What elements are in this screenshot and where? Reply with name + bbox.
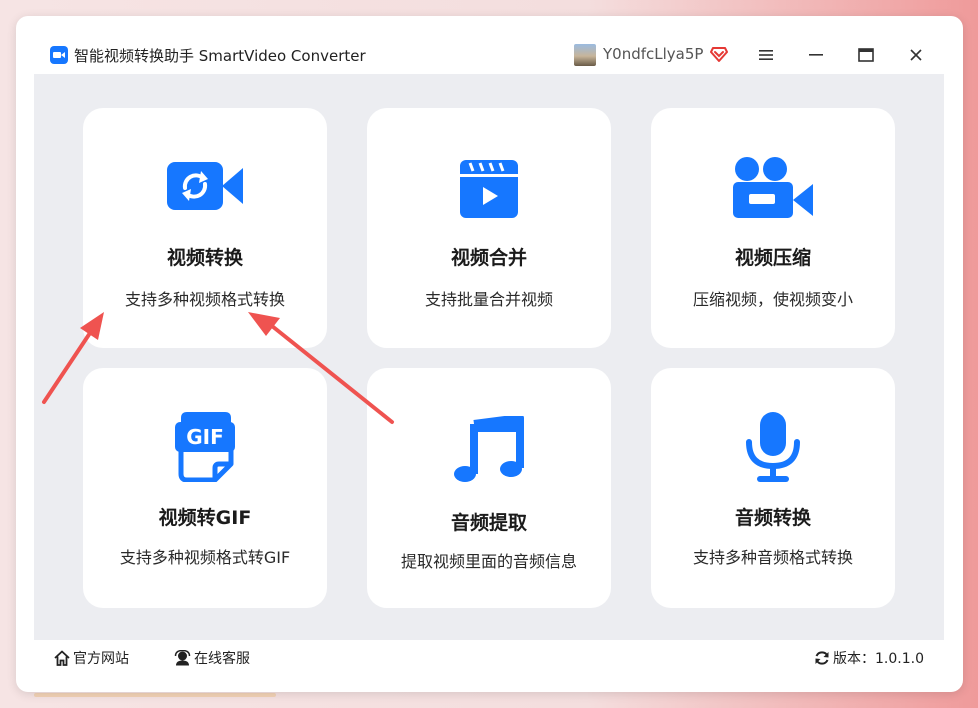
feature-card-video-merge[interactable]: 视频合并 支持批量合并视频 [367,108,611,348]
card-description: 提取视频里面的音频信息 [400,552,577,571]
feature-grid: 视频转换 支持多种视频格式转换 视频合并 支持批量合并视频 视频压缩 压缩视频，… [34,74,944,640]
card-title: 视频压缩 [734,247,811,269]
feature-card-audio-extract[interactable]: 音频提取 提取视频里面的音频信息 [367,368,611,608]
online-service-link[interactable]: 在线客服 [174,648,250,668]
video-convert-icon [167,158,243,214]
gif-icon: GIF [173,410,237,482]
minimize-icon [809,54,823,56]
card-description: 支持多种视频格式转换 [124,290,285,309]
username[interactable]: Y0ndfcLlya5P [603,45,703,63]
video-merge-icon [460,160,518,218]
feature-card-video-compress[interactable]: 视频压缩 压缩视频，使视频变小 [651,108,895,348]
card-description: 压缩视频，使视频变小 [692,290,853,309]
card-description: 支持多种音频格式转换 [692,548,853,567]
version-label: 版本：1.0.1.0 [833,651,924,667]
app-title: 智能视频转换助手 SmartVideo Converter [74,47,366,65]
customer-service-icon [174,650,191,666]
app-window: 智能视频转换助手 SmartVideo Converter Y0ndfcLlya… [16,16,963,692]
maximize-icon [858,48,874,62]
card-title: 音频提取 [450,512,527,534]
minimize-button[interactable] [804,43,828,67]
app-logo-icon [50,46,68,64]
microphone-icon [745,412,801,484]
version-check[interactable]: 版本：1.0.1.0 [814,648,924,668]
maximize-button[interactable] [854,43,878,67]
online-service-label: 在线客服 [194,651,250,667]
official-site-label: 官方网站 [73,651,129,667]
card-title: 视频转GIF [158,507,252,529]
avatar[interactable] [574,44,596,66]
music-note-icon [454,416,524,482]
home-icon [54,650,70,666]
feature-card-video-to-gif[interactable]: GIF 视频转GIF 支持多种视频格式转GIF [83,368,327,608]
card-title: 视频转换 [166,247,243,269]
card-title: 音频转换 [734,507,811,529]
svg-text:GIF: GIF [186,425,224,449]
background-strip [34,693,276,697]
title-bar: 智能视频转换助手 SmartVideo Converter Y0ndfcLlya… [16,16,963,74]
card-description: 支持批量合并视频 [424,290,553,309]
close-button[interactable] [904,43,928,67]
menu-icon [759,50,773,60]
feature-card-video-convert[interactable]: 视频转换 支持多种视频格式转换 [83,108,327,348]
feature-card-audio-convert[interactable]: 音频转换 支持多种音频格式转换 [651,368,895,608]
official-site-link[interactable]: 官方网站 [54,648,129,668]
video-compress-icon [733,156,813,218]
close-icon [910,49,922,61]
status-bar: 官方网站 在线客服 版本：1.0.1.0 [34,640,944,676]
menu-button[interactable] [754,43,778,67]
vip-diamond-icon[interactable] [710,45,728,63]
card-title: 视频合并 [450,247,527,269]
card-description: 支持多种视频格式转GIF [119,548,291,567]
refresh-icon [815,651,829,665]
